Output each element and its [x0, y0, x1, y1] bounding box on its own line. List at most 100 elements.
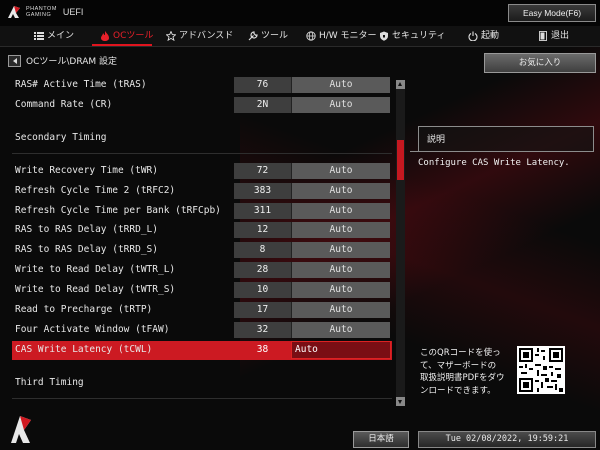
- setting-row-twtr-s[interactable]: Write to Read Delay (tWTR_S) 10 Auto: [12, 281, 392, 300]
- setting-option[interactable]: Auto: [291, 262, 390, 278]
- scrollbar[interactable]: [396, 80, 405, 406]
- setting-label: CAS Write Latency (tCWL): [15, 344, 153, 355]
- chevron-left-icon: [12, 57, 17, 64]
- setting-option[interactable]: Auto: [291, 183, 390, 199]
- setting-option[interactable]: Auto: [291, 163, 390, 179]
- tab-security-label: セキュリティ: [392, 31, 446, 41]
- setting-label: Write to Read Delay (tWTR_L): [15, 264, 176, 275]
- tab-boot[interactable]: 起動: [468, 26, 499, 46]
- setting-value[interactable]: 2N: [234, 97, 291, 113]
- setting-value[interactable]: 76: [234, 77, 291, 93]
- setting-value[interactable]: 12: [234, 222, 291, 238]
- setting-option[interactable]: Auto: [291, 242, 390, 258]
- setting-option[interactable]: Auto: [291, 222, 390, 238]
- active-tab-indicator: [92, 44, 152, 46]
- setting-label: Four Activate Window (tFAW): [15, 324, 170, 335]
- setting-row-trtp[interactable]: Read to Precharge (tRTP) 17 Auto: [12, 301, 392, 320]
- favorites-button[interactable]: お気に入り: [484, 53, 596, 73]
- qr-code-icon: [517, 346, 565, 394]
- setting-value[interactable]: 32: [234, 322, 291, 338]
- setting-value[interactable]: 72: [234, 163, 291, 179]
- setting-label: Command Rate (CR): [15, 99, 113, 110]
- qr-help-line: このQRコードを使っ: [420, 348, 501, 358]
- qr-help-text: このQRコードを使っ て、マザーボードの 取扱説明書PDFをダウ ンロードできま…: [420, 347, 520, 397]
- setting-row-trfc2[interactable]: Refresh Cycle Time 2 (tRFC2) 383 Auto: [12, 182, 392, 201]
- shield-icon: [380, 31, 388, 41]
- tab-security[interactable]: セキュリティ: [379, 26, 445, 46]
- tab-hw-monitor-label: H/W モニター: [319, 31, 377, 41]
- setting-row-trrd-s[interactable]: RAS to RAS Delay (tRRD_S) 8 Auto: [12, 241, 392, 260]
- setting-row-twtr-l[interactable]: Write to Read Delay (tWTR_L) 28 Auto: [12, 261, 392, 280]
- setting-value[interactable]: 38: [234, 342, 291, 358]
- tab-tools[interactable]: ツール: [248, 26, 288, 46]
- setting-label: Write Recovery Time (tWR): [15, 165, 158, 176]
- brand-line2: GAMING: [26, 12, 52, 18]
- setting-label: Refresh Cycle Time 2 (tRFC2): [15, 185, 176, 196]
- tab-main[interactable]: メイン: [34, 26, 74, 46]
- section-divider: [12, 153, 392, 154]
- description-title: 説明: [418, 126, 594, 152]
- setting-label: Refresh Cycle Time per Bank (tRFCpb): [15, 205, 221, 216]
- phantom-gaming-logo-icon: [11, 416, 31, 443]
- phantom-gaming-logo-icon: [8, 6, 20, 18]
- section-divider: [12, 398, 392, 399]
- tab-exit-label: 退出: [551, 31, 570, 41]
- power-icon: [468, 31, 478, 41]
- globe-icon: [306, 31, 316, 41]
- tab-advanced[interactable]: アドバンスド: [166, 26, 233, 46]
- tab-boot-label: 起動: [481, 31, 500, 41]
- setting-row-trrd-l[interactable]: RAS to RAS Delay (tRRD_L) 12 Auto: [12, 221, 392, 240]
- setting-option[interactable]: Auto: [291, 77, 390, 93]
- setting-option[interactable]: Auto: [291, 203, 390, 219]
- setting-option[interactable]: Auto: [291, 322, 390, 338]
- setting-row-tfaw[interactable]: Four Activate Window (tFAW) 32 Auto: [12, 321, 392, 340]
- scroll-up-arrow-icon[interactable]: [396, 80, 405, 89]
- setting-row-tcwl-selected[interactable]: CAS Write Latency (tCWL) 38 Auto: [12, 341, 392, 360]
- tab-advanced-label: アドバンスド: [179, 31, 234, 41]
- setting-row-twr[interactable]: Write Recovery Time (tWR) 72 Auto: [12, 162, 392, 181]
- datetime-display: Tue 02/08/2022, 19:59:21: [418, 431, 596, 448]
- setting-label: Read to Precharge (tRTP): [15, 304, 153, 315]
- tab-oc-tools-label: OCツール: [113, 31, 154, 41]
- setting-value[interactable]: 17: [234, 302, 291, 318]
- section-header-third: Third Timing: [15, 377, 84, 388]
- flame-icon: [101, 31, 109, 41]
- setting-label: RAS to RAS Delay (tRRD_S): [15, 244, 158, 255]
- tab-tools-label: ツール: [261, 31, 289, 41]
- tab-hw-monitor[interactable]: H/W モニター: [306, 26, 377, 46]
- setting-option[interactable]: Auto: [291, 302, 390, 318]
- scroll-down-arrow-icon[interactable]: [396, 397, 405, 406]
- scrollbar-thumb[interactable]: [397, 140, 404, 180]
- qr-help-line: 取扱説明書PDFをダウ: [420, 373, 505, 383]
- easy-mode-button[interactable]: Easy Mode(F6): [508, 4, 596, 22]
- brand-name: PHANTOM GAMING: [26, 6, 57, 18]
- setting-option[interactable]: Auto: [291, 282, 390, 298]
- star-icon: [166, 31, 176, 41]
- description-divider: [410, 151, 594, 152]
- setting-option[interactable]: Auto: [291, 97, 390, 113]
- wrench-icon: [248, 31, 258, 41]
- uefi-label: UEFI: [62, 7, 84, 17]
- description-text: Configure CAS Write Latency.: [418, 158, 570, 168]
- setting-value[interactable]: 10: [234, 282, 291, 298]
- breadcrumb: OCツール\DRAM 設定: [8, 54, 117, 67]
- list-icon: [34, 32, 44, 40]
- setting-value[interactable]: 8: [234, 242, 291, 258]
- setting-label: Write to Read Delay (tWTR_S): [15, 284, 176, 295]
- setting-row-tras[interactable]: RAS# Active Time (tRAS) 76 Auto: [12, 76, 392, 95]
- main-nav: メイン OCツール アドバンスド ツール H/W モニター セキュリティ 起動 …: [0, 26, 600, 47]
- setting-value[interactable]: 311: [234, 203, 291, 219]
- setting-value[interactable]: 28: [234, 262, 291, 278]
- tab-oc-tools[interactable]: OCツール: [100, 26, 153, 46]
- setting-label: RAS# Active Time (tRAS): [15, 79, 147, 90]
- back-button[interactable]: [8, 54, 21, 67]
- qr-help-line: ンロードできます。: [420, 385, 496, 396]
- setting-row-trfcpb[interactable]: Refresh Cycle Time per Bank (tRFCpb) 311…: [12, 202, 392, 221]
- top-bar: PHANTOM GAMING UEFI Easy Mode(F6): [0, 0, 600, 26]
- qr-help-line: て、マザーボードの: [420, 360, 497, 371]
- setting-row-command-rate[interactable]: Command Rate (CR) 2N Auto: [12, 96, 392, 115]
- language-button[interactable]: 日本語: [353, 431, 409, 448]
- setting-value[interactable]: 383: [234, 183, 291, 199]
- setting-option[interactable]: Auto: [291, 341, 391, 359]
- tab-exit[interactable]: 退出: [538, 26, 569, 46]
